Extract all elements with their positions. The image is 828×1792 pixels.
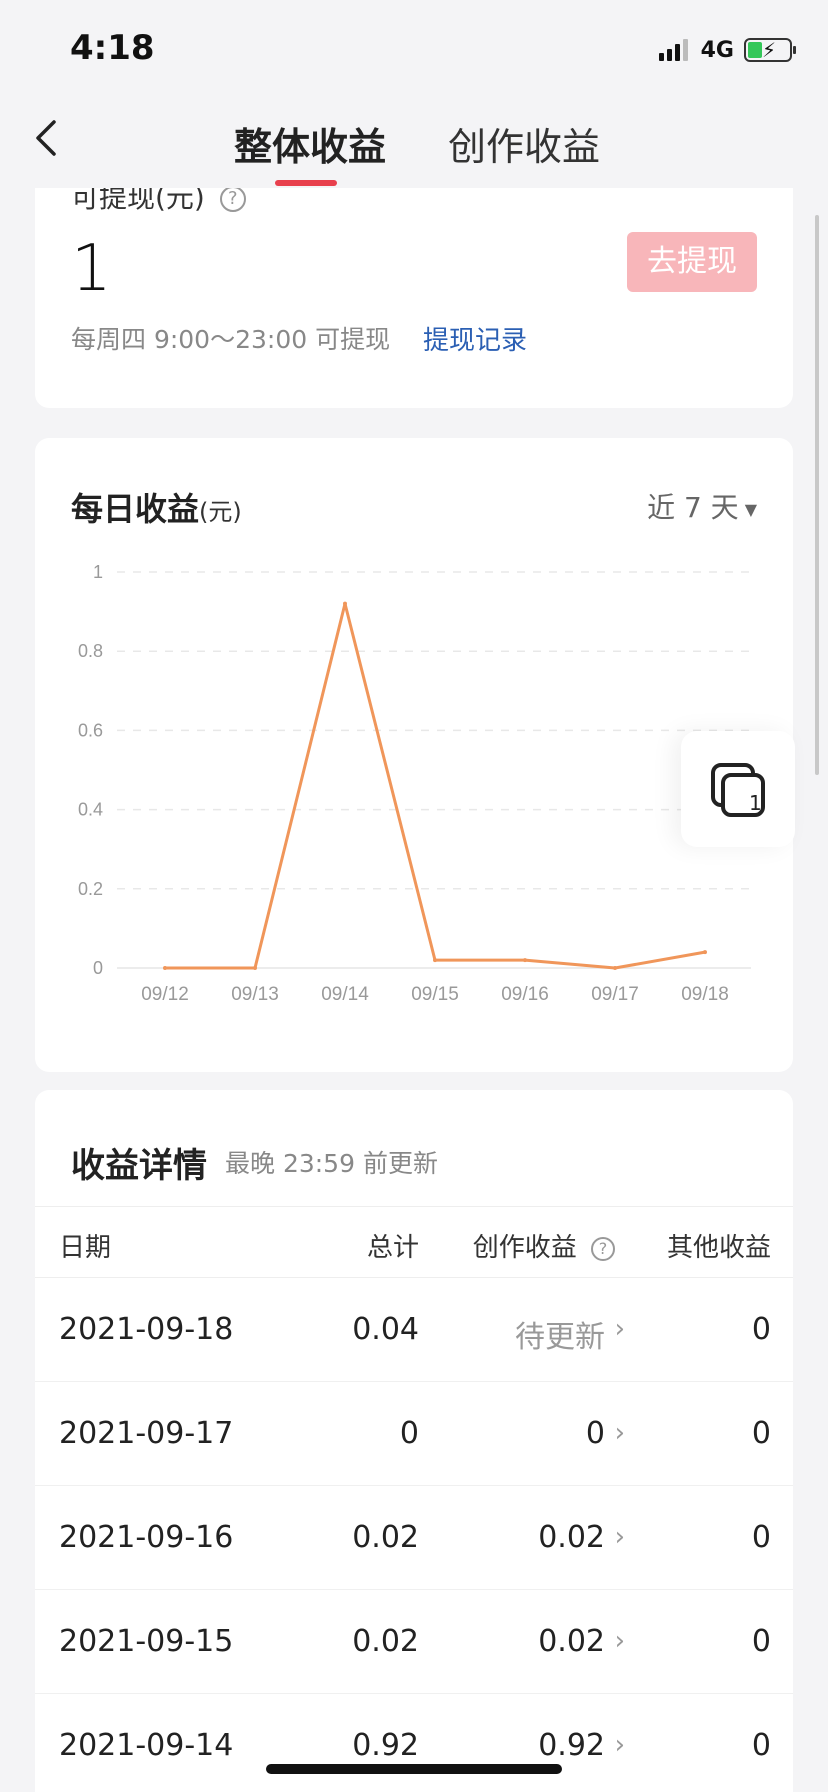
data-point: [433, 958, 437, 963]
caret-down-icon: ▼: [744, 499, 757, 519]
status-time: 4:18: [70, 28, 155, 68]
cell-date: 2021-09-18: [59, 1312, 234, 1347]
chevron-right-icon[interactable]: ›: [615, 1418, 625, 1448]
cell-creation: 0.92: [538, 1728, 605, 1763]
range-selector[interactable]: 近 7 天 ▼: [647, 486, 757, 526]
series-line: [165, 602, 706, 970]
x-tick-label: 09/15: [411, 984, 459, 1005]
x-tick-label: 09/16: [501, 984, 549, 1005]
cell-other: 0: [751, 1520, 771, 1555]
table-row[interactable]: 2021-09-17 0 0 › 0: [35, 1382, 793, 1486]
withdrawable-amount: 1: [71, 232, 112, 306]
y-tick-label: 0.4: [78, 800, 103, 820]
cell-total: 0.02: [352, 1624, 419, 1659]
cell-creation: 0.02: [538, 1624, 605, 1659]
help-icon[interactable]: ?: [219, 188, 246, 212]
data-point: [253, 966, 257, 970]
back-icon[interactable]: [26, 116, 70, 160]
signal-icon: [658, 39, 691, 61]
header-date: 日期: [59, 1233, 112, 1263]
y-tick-label: 0.8: [78, 641, 103, 661]
battery-icon: ⚡: [744, 38, 796, 62]
cell-total: 0.02: [352, 1520, 419, 1555]
top-nav: 整体收益 创作收益: [0, 96, 828, 188]
detail-subtitle: 最晚 23:59 前更新: [225, 1149, 438, 1178]
table-row[interactable]: 2021-09-15 0.02 0.02 › 0: [35, 1590, 793, 1694]
cell-total: 0.04: [352, 1312, 419, 1347]
daily-earnings-card: 每日收益(元) 近 7 天 ▼ 1 0.8 0.6 0.4 0.2 0 09/12 09/13 0…: [35, 438, 793, 1072]
cell-date: 2021-09-14: [59, 1728, 234, 1763]
detail-title: 收益详情: [71, 1146, 207, 1186]
chevron-right-icon[interactable]: ›: [615, 1730, 625, 1760]
data-point: [613, 966, 617, 970]
earnings-detail-card: 收益详情 最晚 23:59 前更新 日期 总计 创作收益 ? 其他收益 2021…: [35, 1090, 793, 1792]
chevron-right-icon[interactable]: ›: [615, 1626, 625, 1656]
active-tab-indicator: [275, 180, 337, 186]
network-label: 4G: [700, 37, 734, 63]
scrollbar[interactable]: [815, 215, 819, 775]
status-icons: 4G ⚡: [658, 36, 796, 64]
cell-other: 0: [751, 1728, 771, 1763]
data-point: [343, 601, 347, 606]
cell-other: 0: [751, 1624, 771, 1659]
y-tick-label: 0: [93, 958, 103, 978]
withdraw-card: 可提现(元) ? 1 去提现 每周四 9:00～23:00 可提现 提现记录: [35, 188, 793, 408]
y-tick-label: 0.2: [78, 879, 103, 899]
table-row[interactable]: 2021-09-16 0.02 0.02 › 0: [35, 1486, 793, 1590]
cell-other: 0: [751, 1416, 771, 1451]
scroll-content[interactable]: 可提现(元) ? 1 去提现 每周四 9:00～23:00 可提现 提现记录 每…: [0, 188, 828, 1792]
daily-earnings-unit: (元): [199, 498, 242, 526]
x-tick-label: 09/18: [681, 984, 729, 1005]
cell-total: 0: [399, 1416, 419, 1451]
cell-creation: 0.02: [538, 1520, 605, 1555]
data-point: [523, 958, 527, 963]
data-point: [163, 966, 167, 970]
cell-date: 2021-09-16: [59, 1520, 234, 1555]
withdraw-button[interactable]: 去提现: [627, 232, 757, 292]
cell-date: 2021-09-17: [59, 1416, 234, 1451]
table-row[interactable]: 2021-09-18 0.04 待更新 › 0: [35, 1278, 793, 1382]
home-indicator: [266, 1764, 562, 1774]
daily-earnings-title: 每日收益: [71, 490, 200, 528]
floating-badge: 1: [749, 791, 762, 815]
range-label: 近 7 天: [647, 491, 739, 524]
tab-overall-earnings[interactable]: 整体收益: [234, 116, 386, 171]
withdrawable-label: 可提现(元): [71, 188, 205, 214]
tab-creation-earnings[interactable]: 创作收益: [448, 116, 600, 171]
cell-total: 0.92: [352, 1728, 419, 1763]
table-header: 日期 总计 创作收益 ? 其他收益: [35, 1206, 793, 1278]
header-other: 其他收益: [666, 1233, 771, 1263]
table-row[interactable]: 2021-09-14 0.92 0.92 › 0: [35, 1694, 793, 1792]
cell-date: 2021-09-15: [59, 1624, 234, 1659]
y-tick-label: 0.6: [78, 720, 103, 740]
daily-earnings-chart: 1 0.8 0.6 0.4 0.2 0 09/12 09/13 09/14 09/15 09/16 0…: [78, 562, 751, 1005]
chevron-right-icon[interactable]: ›: [615, 1522, 625, 1552]
header-creation: 创作收益: [472, 1233, 577, 1263]
chevron-right-icon[interactable]: ›: [615, 1314, 625, 1344]
help-icon[interactable]: ?: [591, 1236, 615, 1261]
cell-other: 0: [751, 1312, 771, 1347]
status-bar: 4:18 4G ⚡: [0, 0, 828, 96]
x-tick-label: 09/12: [141, 984, 189, 1005]
x-tick-label: 09/13: [231, 984, 279, 1005]
data-point: [703, 950, 707, 955]
x-tick-label: 09/17: [591, 984, 639, 1005]
copy-icon: [711, 763, 765, 817]
header-total: 总计: [366, 1233, 419, 1263]
x-tick-label: 09/14: [321, 984, 369, 1005]
y-tick-label: 1: [93, 562, 103, 582]
floating-copy-button[interactable]: 1: [681, 731, 795, 847]
withdraw-schedule-note: 每周四 9:00～23:00 可提现: [71, 325, 391, 354]
cell-creation: 待更新: [515, 1320, 605, 1355]
withdraw-record-link[interactable]: 提现记录: [423, 320, 527, 357]
cell-creation: 0: [585, 1416, 605, 1451]
